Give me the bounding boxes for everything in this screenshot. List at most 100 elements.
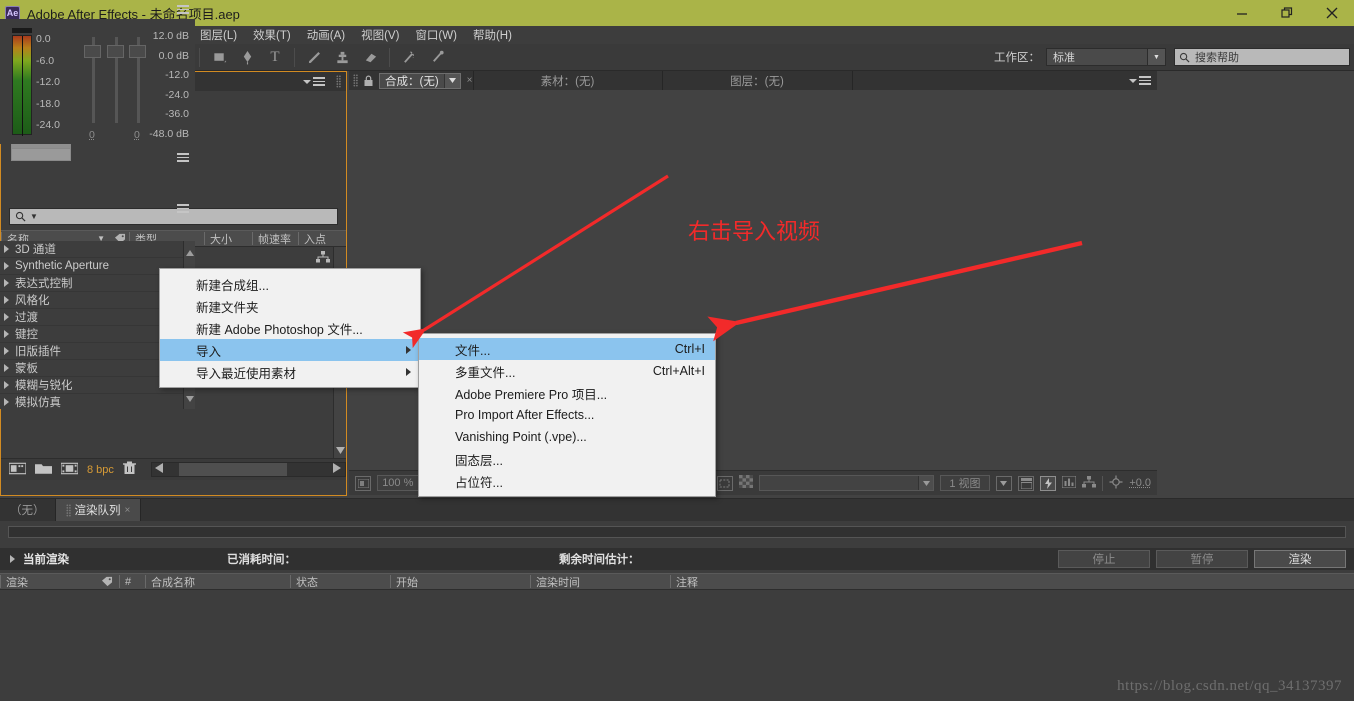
timecode-display-icon[interactable] <box>1017 475 1035 491</box>
stop-button[interactable]: 停止 <box>1058 550 1150 568</box>
disclosure-triangle-icon[interactable] <box>4 313 9 321</box>
submenu-item-premiere-project[interactable]: Adobe Premiere Pro 项目... <box>419 382 715 404</box>
disclosure-triangle-icon[interactable] <box>4 364 9 372</box>
panel-resize-grip[interactable] <box>336 75 341 88</box>
column-index[interactable]: # <box>119 575 145 588</box>
menu-animation[interactable]: 动画(A) <box>299 25 353 45</box>
shape-tool-icon[interactable] <box>205 46 233 69</box>
effect-category-row[interactable]: 3D 通道 <box>0 241 195 258</box>
lock-icon[interactable] <box>361 73 376 88</box>
render-button[interactable]: 渲染 <box>1254 550 1346 568</box>
tab-none[interactable]: （无） <box>0 499 56 521</box>
roto-brush-tool-icon[interactable] <box>395 46 423 69</box>
scroll-up-icon[interactable] <box>186 243 194 261</box>
scroll-down-icon[interactable] <box>335 445 346 456</box>
disclosure-triangle-icon[interactable] <box>4 296 9 304</box>
disclosure-triangle-icon[interactable] <box>4 347 9 355</box>
composition-flowchart-icon[interactable] <box>1082 475 1097 491</box>
restore-button[interactable] <box>1264 0 1309 26</box>
disclosure-triangle-icon[interactable] <box>4 381 9 389</box>
tab-footage[interactable]: 素材：(无) <box>472 71 663 90</box>
menu-window[interactable]: 窗口(W) <box>407 25 465 45</box>
exposure-icon[interactable] <box>1109 475 1123 492</box>
delete-icon[interactable] <box>122 461 136 478</box>
bit-depth-label[interactable]: 8 bpc <box>87 464 114 476</box>
close-button[interactable] <box>1309 0 1354 26</box>
menu-layer[interactable]: 图层(L) <box>192 25 245 45</box>
column-size[interactable]: 大小 <box>204 232 252 246</box>
region-of-interest-icon[interactable] <box>716 475 734 491</box>
column-inpoint[interactable]: 入点 <box>298 232 338 246</box>
workspace-select[interactable]: 标准 ▼ <box>1046 48 1166 66</box>
zoom-level[interactable]: 100 % <box>377 475 422 491</box>
column-render-time[interactable]: 渲染时间 <box>530 575 670 589</box>
new-folder-icon[interactable] <box>35 462 52 478</box>
disclosure-triangle-icon[interactable] <box>4 262 9 270</box>
menu-item-import-recent-footage[interactable]: 导入最近使用素材 <box>160 361 420 383</box>
submenu-item-solid[interactable]: 固态层... <box>419 448 715 470</box>
view-count-value[interactable]: 1 视图 <box>940 475 990 491</box>
tab-render-queue[interactable]: 渲染队列 × <box>55 499 142 521</box>
effect-category-row[interactable]: 模拟仿真 <box>0 394 195 409</box>
submenu-item-file[interactable]: 文件... Ctrl+I <box>419 338 715 360</box>
chevron-down-icon[interactable] <box>995 475 1012 491</box>
exposure-value[interactable]: +0.0 <box>1129 477 1151 489</box>
tab-composition[interactable]: 合成：(无) <box>379 72 461 89</box>
clone-stamp-tool-icon[interactable] <box>328 46 356 69</box>
hscroll-thumb[interactable] <box>178 463 287 476</box>
column-framerate[interactable]: 帧速率 <box>252 232 298 246</box>
new-composition-icon[interactable] <box>8 462 27 478</box>
submenu-item-placeholder[interactable]: 占位符... <box>419 470 715 492</box>
composition-panel-menu-button[interactable] <box>1123 71 1157 90</box>
menu-effect[interactable]: 效果(T) <box>245 25 299 45</box>
eraser-tool-icon[interactable] <box>356 46 384 69</box>
column-comp-name[interactable]: 合成名称 <box>145 575 290 589</box>
project-panel-menu-button[interactable] <box>297 72 331 91</box>
column-start[interactable]: 开始 <box>390 575 530 589</box>
submenu-item-multiple-files[interactable]: 多重文件... Ctrl+Alt+I <box>419 360 715 382</box>
project-search-input[interactable]: ▼ <box>9 208 338 225</box>
resolution-dropdown[interactable] <box>759 475 935 491</box>
brush-tool-icon[interactable] <box>300 46 328 69</box>
close-icon[interactable]: × <box>125 505 131 516</box>
left-fader-knob[interactable] <box>84 45 101 58</box>
submenu-item-vanishing-point[interactable]: Vanishing Point (.vpe)... <box>419 426 715 448</box>
menu-item-new-photoshop-file[interactable]: 新建 Adobe Photoshop 文件... <box>160 317 420 339</box>
column-comment[interactable]: 注释 <box>670 575 830 589</box>
menu-help[interactable]: 帮助(H) <box>465 25 520 45</box>
column-render[interactable]: 渲染 <box>0 575 95 589</box>
column-status[interactable]: 状态 <box>290 575 390 589</box>
transparency-checkerboard-icon[interactable] <box>739 475 754 491</box>
right-fader-knob[interactable] <box>129 45 146 58</box>
chevron-down-icon[interactable]: ▼ <box>1147 49 1165 65</box>
disclosure-triangle-icon[interactable] <box>4 398 9 406</box>
fast-previews-icon[interactable] <box>1040 475 1057 491</box>
chevron-down-icon[interactable] <box>443 73 460 88</box>
menu-item-import[interactable]: 导入 <box>160 339 420 361</box>
minimize-button[interactable] <box>1219 0 1264 26</box>
project-horizontal-scrollbar[interactable] <box>150 462 346 477</box>
timeline-graph-icon[interactable] <box>1061 475 1077 491</box>
pause-button[interactable]: 暂停 <box>1156 550 1248 568</box>
text-tool-icon[interactable]: T <box>261 46 289 69</box>
puppet-pin-tool-icon[interactable] <box>423 46 451 69</box>
submenu-item-pro-import[interactable]: Pro Import After Effects... <box>419 404 715 426</box>
scroll-left-icon[interactable] <box>154 463 163 476</box>
scroll-down-icon[interactable] <box>186 389 194 407</box>
disclosure-triangle-icon[interactable] <box>4 245 9 253</box>
menu-view[interactable]: 视图(V) <box>353 25 407 45</box>
tab-grip-icon[interactable] <box>353 74 358 87</box>
left-level-value[interactable]: 0 <box>89 129 95 141</box>
menu-item-new-composition[interactable]: 新建合成组... <box>160 273 420 295</box>
scroll-right-icon[interactable] <box>333 463 341 476</box>
tab-layer[interactable]: 图层：(无) <box>662 71 853 90</box>
menu-item-new-folder[interactable]: 新建文件夹 <box>160 295 420 317</box>
pen-tool-icon[interactable] <box>233 46 261 69</box>
disclosure-triangle-icon[interactable] <box>10 555 15 563</box>
disclosure-triangle-icon[interactable] <box>4 279 9 287</box>
help-search-box[interactable]: 搜索帮助 <box>1174 48 1350 66</box>
interpret-footage-icon[interactable] <box>60 462 79 478</box>
right-level-value[interactable]: 0 <box>134 129 140 141</box>
master-fader-knob[interactable] <box>107 45 124 58</box>
disclosure-triangle-icon[interactable] <box>4 330 9 338</box>
